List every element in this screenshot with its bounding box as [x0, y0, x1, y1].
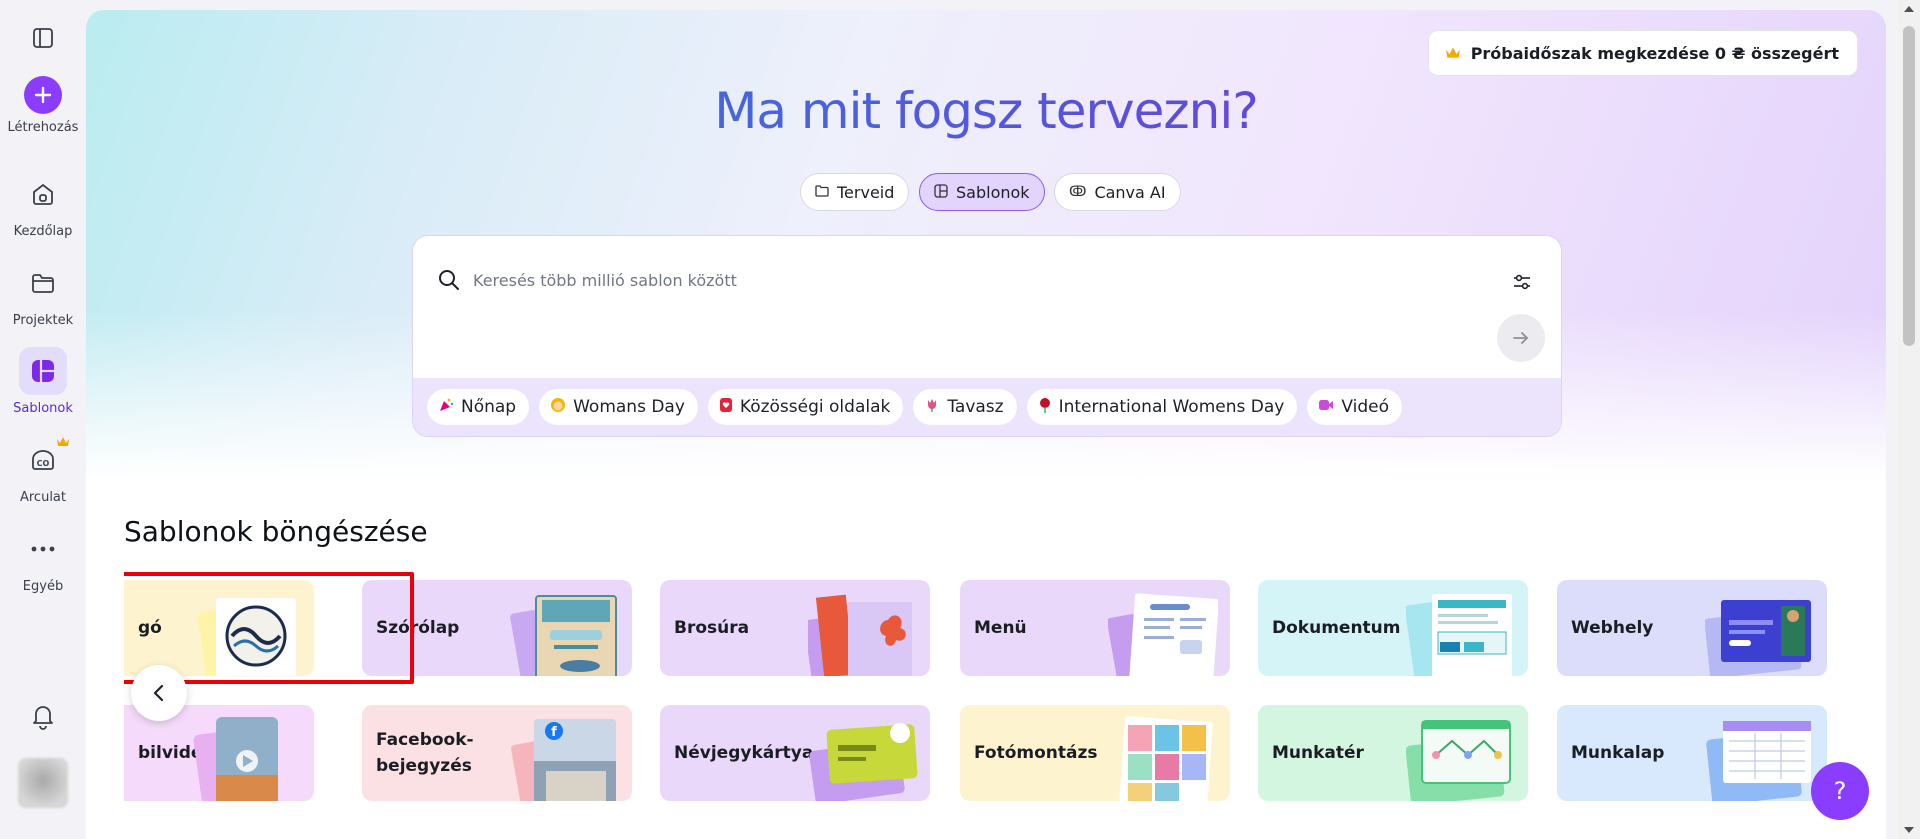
- chip-spring[interactable]: Tavasz: [913, 389, 1017, 425]
- sidebar-item-projects[interactable]: Projektek: [0, 259, 86, 328]
- home-icon: [19, 170, 67, 218]
- more-icon: [19, 525, 67, 573]
- business-card-thumbnail: [809, 723, 918, 801]
- search-input[interactable]: Keresés több millió sablon között: [473, 271, 737, 290]
- sidebar-item-label: Projektek: [12, 313, 74, 328]
- page-scrollbar[interactable]: [1898, 0, 1920, 839]
- category-card-brochure[interactable]: Brosúra: [660, 580, 930, 676]
- chip-social-media[interactable]: Közösségi oldalak: [707, 389, 904, 425]
- notifications-button[interactable]: [0, 692, 86, 740]
- sidebar-item-brand[interactable]: CO Arculat: [0, 436, 86, 505]
- tulip-icon: [924, 397, 940, 418]
- chevron-left-icon: [153, 684, 164, 702]
- carousel-prev-button[interactable]: [131, 665, 187, 721]
- template-category-grid: gó Szórólap Brosúra Menü Dokumentum Webh…: [124, 570, 1852, 839]
- category-card-worksheet[interactable]: Munkalap: [1557, 705, 1827, 801]
- worksheet-thumbnail: [1706, 721, 1811, 801]
- sidebar-item-more[interactable]: Egyéb: [0, 525, 86, 594]
- sidebar-item-create[interactable]: Létrehozás: [0, 76, 86, 135]
- suggestion-chips: Nőnap Womans Day Közösségi oldalak Tavas…: [413, 378, 1561, 436]
- sidebar-item-label: Arculat: [19, 490, 66, 505]
- category-card-facebook-post[interactable]: Facebook-bejegyzés f: [362, 705, 632, 801]
- sidebar-item-label: Létrehozás: [7, 120, 79, 135]
- photo-collage-thumbnail: [1119, 716, 1213, 801]
- video-icon: [1318, 397, 1334, 417]
- tab-label: Terveid: [837, 182, 895, 202]
- scroll-down-icon[interactable]: [1904, 827, 1914, 833]
- page-title: Ma mit fogsz tervezni?: [86, 82, 1886, 140]
- menu-thumbnail: [1108, 593, 1218, 676]
- section-title: Sablonok böngészése: [124, 515, 428, 548]
- chip-womans-day[interactable]: Womans Day: [539, 389, 698, 425]
- folder-icon: [815, 183, 829, 202]
- sidebar-item-templates[interactable]: Sablonok: [0, 347, 86, 416]
- folder-icon: [19, 259, 67, 307]
- facebook-post-thumbnail: f: [511, 719, 616, 801]
- category-card-business-card[interactable]: Névjegykártya: [660, 705, 930, 801]
- start-trial-button[interactable]: Próbaidőszak megkezdése 0 ₴ összegért: [1427, 30, 1858, 76]
- templates-icon: [19, 347, 67, 395]
- help-button[interactable]: ?: [1811, 762, 1869, 820]
- document-thumbnail: [1406, 594, 1512, 676]
- plus-icon[interactable]: [24, 76, 62, 114]
- arrow-right-icon: [1513, 332, 1528, 344]
- tab-designs[interactable]: Terveid: [800, 173, 910, 211]
- flyer-thumbnail: [510, 595, 617, 676]
- website-thumbnail: [1705, 600, 1811, 676]
- sidebar-item-label: Sablonok: [13, 401, 73, 416]
- brochure-thumbnail: [808, 594, 912, 676]
- chip-nonap[interactable]: Nőnap: [427, 389, 530, 425]
- mobile-video-thumbnail: [193, 717, 278, 801]
- tab-label: Sablonok: [956, 182, 1030, 202]
- crown-icon: [56, 432, 70, 451]
- category-card-menu[interactable]: Menü: [960, 580, 1230, 676]
- sidebar-item-label: Kezdőlap: [13, 224, 73, 239]
- scroll-thumb[interactable]: [1903, 26, 1915, 346]
- search-box: Keresés több millió sablon között Nőnap …: [412, 235, 1562, 437]
- sidebar-item-label: Egyéb: [22, 579, 64, 594]
- template-icon: [934, 183, 948, 202]
- svg-text:f: f: [551, 725, 557, 740]
- start-trial-label: Próbaidőszak megkezdése 0 ₴ összegért: [1470, 43, 1839, 63]
- category-card-photo-collage[interactable]: Fotómontázs: [960, 705, 1230, 801]
- category-card-website[interactable]: Webhely: [1557, 580, 1827, 676]
- rose-icon: [1038, 397, 1052, 418]
- tab-canva-ai[interactable]: ↂ Canva AI: [1054, 173, 1181, 211]
- bell-icon[interactable]: [19, 692, 67, 740]
- search-icon: [437, 268, 461, 296]
- help-label: ?: [1833, 777, 1847, 805]
- main-panel: Próbaidőszak megkezdése 0 ₴ összegért Ma…: [86, 10, 1886, 839]
- sidebar-item-home[interactable]: Kezdőlap: [0, 170, 86, 239]
- tab-label: Canva AI: [1094, 182, 1166, 202]
- category-card-whiteboard[interactable]: Munkatér: [1258, 705, 1528, 801]
- chip-video[interactable]: Videó: [1307, 389, 1402, 425]
- avatar[interactable]: [18, 758, 68, 808]
- search-submit-button[interactable]: [1497, 314, 1545, 362]
- category-card-document[interactable]: Dokumentum: [1258, 580, 1528, 676]
- crown-icon: [1445, 44, 1461, 63]
- ai-icon: ↂ: [1069, 184, 1087, 200]
- whiteboard-thumbnail: [1406, 720, 1511, 801]
- heart-icon: [719, 397, 733, 418]
- woman-icon: [550, 397, 566, 418]
- left-rail: Létrehozás Kezdőlap Projektek Sablonok C…: [0, 0, 86, 839]
- user-avatar[interactable]: [0, 758, 86, 808]
- sidebar-toggle-icon[interactable]: [19, 14, 67, 62]
- sidebar-toggle[interactable]: [0, 14, 86, 62]
- filter-icon[interactable]: [1513, 274, 1531, 294]
- svg-text:CO: CO: [37, 459, 50, 468]
- tab-templates[interactable]: Sablonok: [919, 173, 1045, 211]
- chip-international-womens-day[interactable]: International Womens Day: [1026, 389, 1298, 425]
- party-icon: [438, 397, 454, 418]
- scroll-up-icon[interactable]: [1904, 6, 1914, 12]
